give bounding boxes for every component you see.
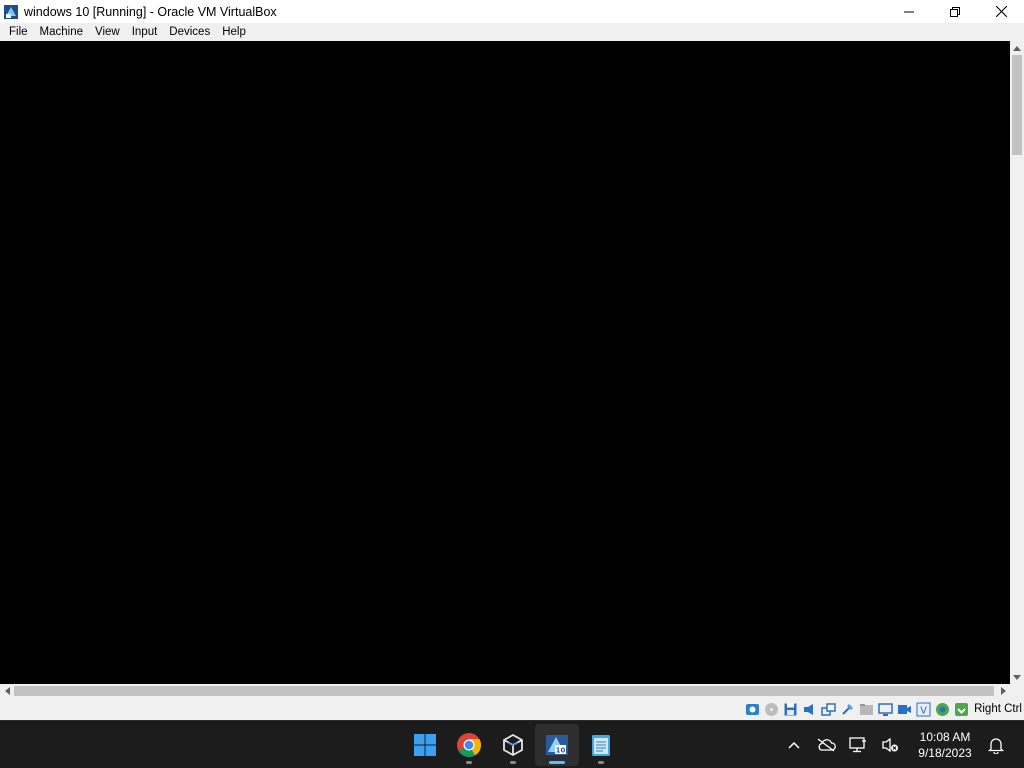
guest-additions-icon[interactable] (934, 701, 950, 717)
menu-machine[interactable]: Machine (34, 23, 89, 41)
audio-icon[interactable] (801, 701, 817, 717)
scroll-down-icon[interactable] (1010, 670, 1024, 684)
menu-view[interactable]: View (89, 23, 126, 41)
chrome-icon (457, 733, 481, 758)
chevron-up-icon[interactable] (778, 721, 810, 768)
running-indicator (598, 761, 604, 764)
system-tray: 10:08 AM 9/18/2023 (778, 721, 1010, 768)
menu-bar: File Machine View Input Devices Help (0, 23, 1024, 41)
hard-disk-icon[interactable] (744, 701, 760, 717)
windows-taskbar: 10 10:08 AM 9/18/2023 (0, 720, 1024, 768)
taskbar-item-virtualbox-manager[interactable] (491, 724, 535, 766)
bell-icon[interactable] (982, 721, 1010, 768)
optical-drive-icon[interactable] (763, 701, 779, 717)
scrollbar-corner (1010, 684, 1024, 698)
scroll-left-icon[interactable] (0, 684, 14, 698)
notepad-icon (592, 735, 610, 756)
volume-muted-icon[interactable] (874, 721, 906, 768)
virtualbox-manager-icon (503, 733, 523, 757)
shared-folders-icon[interactable] (858, 701, 874, 717)
network-icon[interactable] (820, 701, 836, 717)
menu-file[interactable]: File (3, 23, 34, 41)
vertical-scrollbar[interactable] (1010, 41, 1024, 684)
maximize-icon[interactable] (932, 0, 978, 23)
active-indicator (549, 761, 565, 764)
display-icon[interactable] (877, 701, 893, 717)
clock-date: 9/18/2023 (918, 746, 972, 760)
taskbar-item-notepad[interactable] (579, 724, 623, 766)
svg-text:V: V (920, 705, 927, 716)
virtualization-icon[interactable]: V (915, 701, 931, 717)
vm-status-bar: V Right Ctrl (0, 698, 1024, 720)
running-indicator (466, 761, 472, 764)
mouse-integration-icon[interactable] (953, 701, 969, 717)
menu-devices[interactable]: Devices (163, 23, 216, 41)
vm-display[interactable] (0, 41, 1010, 684)
windows-start-icon (414, 734, 436, 756)
scroll-up-icon[interactable] (1010, 41, 1024, 55)
horizontal-scroll-thumb[interactable] (14, 686, 994, 696)
taskbar-item-start[interactable] (403, 724, 447, 766)
floppy-icon[interactable] (782, 701, 798, 717)
svg-text:10: 10 (556, 747, 566, 755)
usb-icon[interactable] (839, 701, 855, 717)
close-icon[interactable] (978, 0, 1024, 23)
network-status-icon[interactable] (842, 721, 874, 768)
menu-input[interactable]: Input (126, 23, 164, 41)
virtualbox-vm-icon: 10 (546, 735, 568, 755)
onedrive-offline-icon[interactable] (810, 721, 842, 768)
recording-icon[interactable] (896, 701, 912, 717)
taskbar-item-chrome[interactable] (447, 724, 491, 766)
vertical-scroll-thumb[interactable] (1012, 55, 1022, 155)
minimize-icon[interactable] (886, 0, 932, 23)
clock-time: 10:08 AM (919, 730, 971, 744)
menu-help[interactable]: Help (216, 23, 252, 41)
virtualbox-icon[interactable] (2, 3, 20, 21)
scroll-right-icon[interactable] (996, 684, 1010, 698)
taskbar-clock[interactable]: 10:08 AM 9/18/2023 (912, 729, 978, 761)
window-controls (886, 0, 1024, 23)
host-key-label[interactable]: Right Ctrl (974, 703, 1022, 715)
window-title-bar[interactable]: windows 10 [Running] - Oracle VM Virtual… (0, 0, 1024, 23)
taskbar-item-virtualbox-vm[interactable]: 10 (535, 724, 579, 766)
running-indicator (510, 761, 516, 764)
window-title: windows 10 [Running] - Oracle VM Virtual… (24, 4, 277, 19)
horizontal-scrollbar[interactable] (0, 684, 1010, 698)
taskbar-apps: 10 (403, 724, 623, 766)
